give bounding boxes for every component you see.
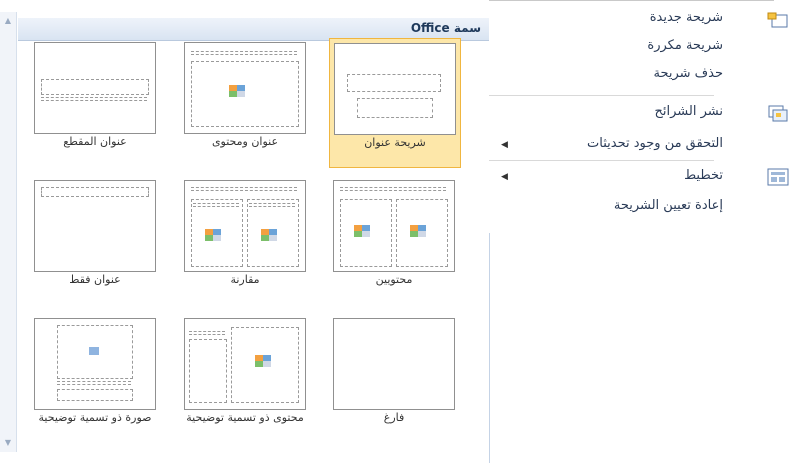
layout-thumbnail	[333, 318, 455, 410]
tile-label: فارغ	[383, 411, 405, 424]
publish-slides-icon	[767, 104, 789, 122]
menu-item-delete-slide[interactable]: حذف شريحة	[653, 66, 723, 81]
gallery-scrollbar[interactable]: ▲ ▼	[0, 12, 17, 452]
layout-thumbnail	[334, 43, 456, 135]
layout-gallery: ▲ ▼ سمة Office شريحة عنوان عنوان ومحتوى	[0, 0, 490, 463]
content-placeholder-icon	[354, 225, 372, 238]
layout-tile-picture-caption[interactable]: صورة ذو تسمية توضيحية	[30, 314, 160, 442]
menu-item-layout[interactable]: تخطيط	[684, 168, 723, 183]
content-placeholder-icon	[261, 229, 279, 242]
tile-label: عنوان ومحتوى	[211, 135, 279, 148]
content-placeholder-icon	[255, 355, 273, 368]
content-placeholder-icon	[410, 225, 428, 238]
layout-tile-title-only[interactable]: عنوان فقط	[30, 176, 160, 304]
layout-icon	[767, 168, 789, 186]
submenu-arrow-icon: ◀	[501, 140, 508, 150]
menu-item-new-slide[interactable]: شريحة جديدة	[650, 10, 723, 25]
layout-thumbnail	[184, 180, 306, 272]
layout-tile-blank[interactable]: فارغ	[329, 314, 459, 442]
layout-tile-title-content[interactable]: عنوان ومحتوى	[180, 38, 310, 166]
picture-placeholder-icon	[89, 347, 99, 355]
tile-label: مقارنة	[230, 273, 260, 286]
scroll-down-icon[interactable]: ▼	[3, 438, 13, 448]
tile-label: عنوان فقط	[69, 273, 121, 286]
layout-thumbnail	[34, 180, 156, 272]
tile-label: عنوان المقطع	[63, 135, 127, 148]
content-placeholder-icon	[229, 85, 247, 98]
layout-tile-section-header[interactable]: عنوان المقطع	[30, 38, 160, 166]
tile-label: شريحة عنوان	[364, 136, 426, 149]
layout-tile-title-slide[interactable]: شريحة عنوان	[329, 38, 461, 168]
menu-item-reset-slide[interactable]: إعادة تعيين الشريحة	[614, 198, 723, 213]
tile-label: محتوى ذو تسمية توضيحية	[186, 411, 304, 424]
menu-item-check-updates[interactable]: التحقق من وجود تحديثات	[587, 136, 723, 151]
menu-item-publish-slides[interactable]: نشر الشرائح	[655, 104, 724, 119]
layout-thumbnail	[184, 318, 306, 410]
context-menu: شريحة جديدة شريحة مكررة حذف شريحة نشر ال…	[489, 0, 803, 233]
layout-thumbnail	[333, 180, 455, 272]
submenu-arrow-icon: ◀	[501, 172, 508, 182]
layout-tile-content-caption[interactable]: محتوى ذو تسمية توضيحية	[180, 314, 310, 442]
layout-tile-comparison[interactable]: مقارنة	[180, 176, 310, 304]
menu-item-duplicate-slide[interactable]: شريحة مكررة	[647, 38, 723, 53]
tile-label: محتويين	[375, 273, 413, 286]
new-slide-icon	[767, 12, 789, 30]
gallery-header-label: سمة Office	[410, 21, 481, 35]
layout-thumbnail	[184, 42, 306, 134]
scroll-up-icon[interactable]: ▲	[3, 16, 13, 26]
tile-label: صورة ذو تسمية توضيحية	[38, 411, 152, 424]
layout-thumbnail	[34, 42, 156, 134]
layout-tile-two-content[interactable]: محتويين	[329, 176, 459, 304]
layout-thumbnail	[34, 318, 156, 410]
content-placeholder-icon	[205, 229, 223, 242]
